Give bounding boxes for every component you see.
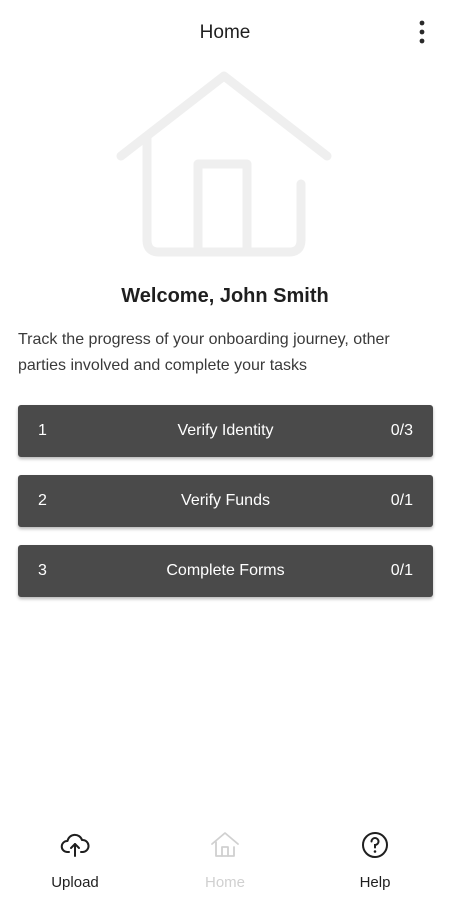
house-outline-icon [116, 71, 332, 257]
home-screen: Home Welcome, John Smith Track the progr… [0, 0, 450, 900]
step-progress: 0/3 [390, 422, 413, 439]
intro-text: Track the progress of your onboarding jo… [18, 331, 390, 374]
hero-illustration [111, 66, 337, 262]
app-bar: Home [0, 0, 450, 64]
step-verify-identity[interactable]: 1 Verify Identity 0/3 [18, 405, 433, 457]
nav-help[interactable]: Help [300, 820, 450, 900]
more-vertical-icon [419, 20, 425, 44]
help-circle-icon [362, 832, 388, 858]
step-verify-funds[interactable]: 2 Verify Funds 0/1 [18, 475, 433, 527]
nav-home[interactable]: Home [150, 820, 300, 900]
steps-list: 1 Verify Identity 0/3 2 Verify Funds 0/1… [18, 405, 433, 615]
nav-label-upload: Upload [51, 874, 99, 891]
bottom-navigation: Upload Home Help [0, 820, 450, 900]
nav-upload[interactable]: Upload [0, 820, 150, 900]
nav-label-home: Home [204, 874, 245, 891]
welcome-heading: Welcome, John Smith [121, 285, 329, 307]
nav-label-help: Help [359, 874, 391, 891]
step-progress: 0/1 [390, 562, 413, 579]
cloud-upload-icon [60, 833, 90, 857]
more-options-button[interactable] [404, 14, 440, 50]
step-label: Complete Forms [166, 562, 285, 579]
page-title: Home [199, 22, 251, 43]
step-complete-forms[interactable]: 3 Complete Forms 0/1 [18, 545, 433, 597]
home-icon [211, 832, 239, 857]
step-progress: 0/1 [390, 492, 413, 509]
step-label: Verify Identity [177, 422, 274, 439]
step-label: Verify Funds [181, 492, 270, 509]
